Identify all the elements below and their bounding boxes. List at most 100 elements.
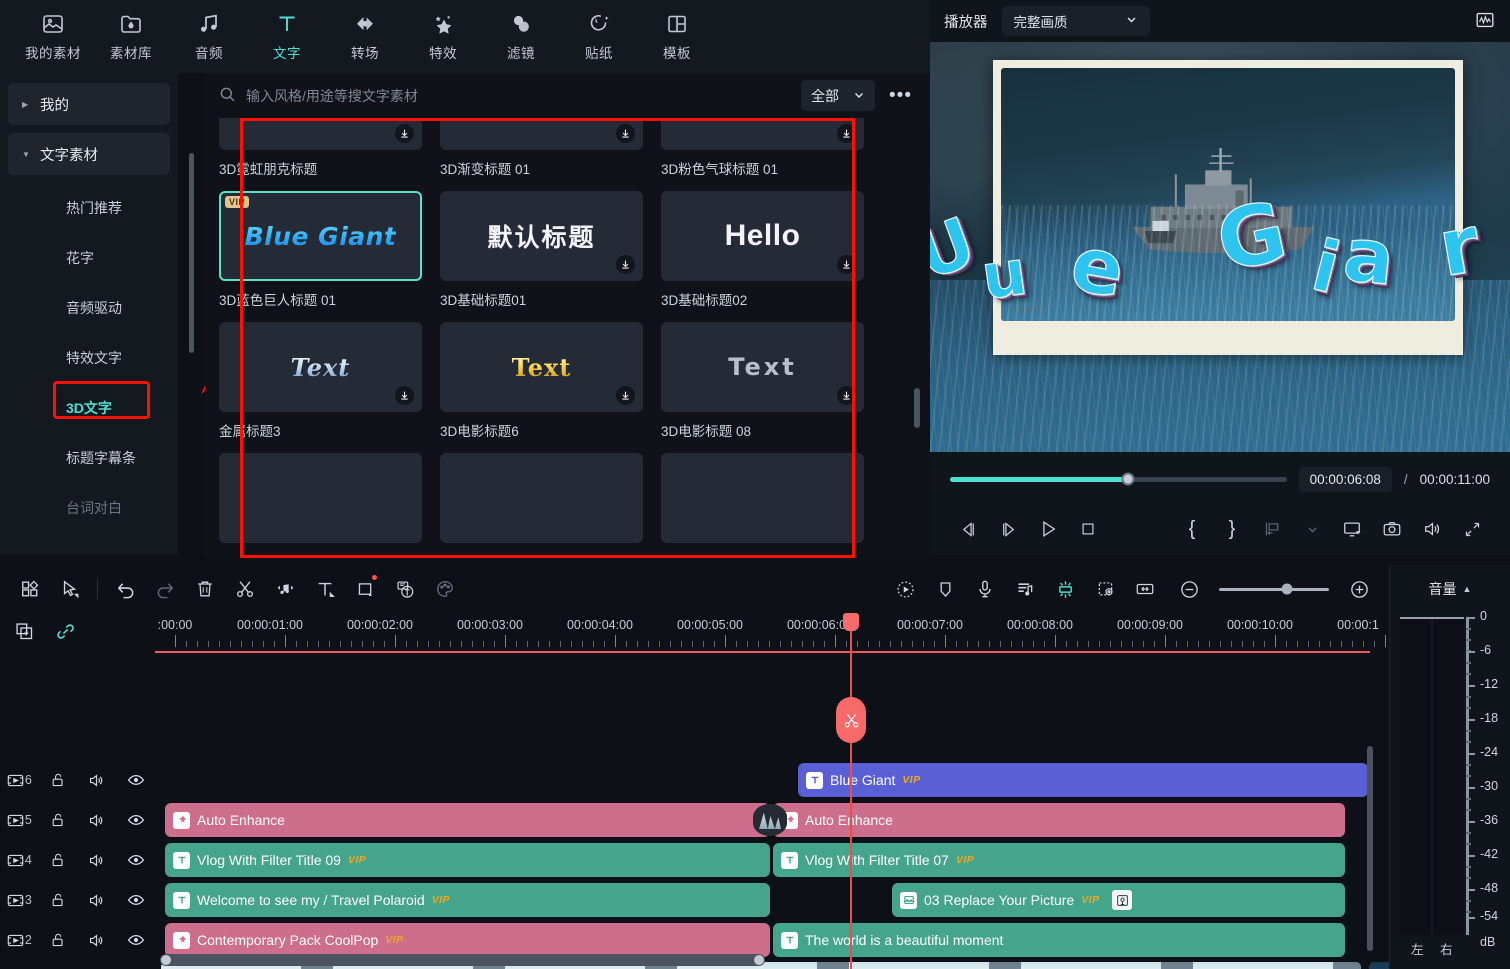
sidebar-group-mine[interactable]: ▶ 我的 bbox=[8, 83, 170, 125]
asset-thumbnail[interactable]: 默认标题 bbox=[440, 191, 643, 281]
mark-out-button[interactable]: } bbox=[1212, 512, 1252, 546]
asset-grid-scrollbar[interactable] bbox=[914, 388, 920, 428]
seek-handle[interactable] bbox=[1122, 473, 1135, 486]
nav-tab-stock-library[interactable]: 素材库 bbox=[92, 4, 170, 70]
download-icon[interactable] bbox=[395, 386, 414, 405]
track-mute-button[interactable] bbox=[78, 892, 117, 909]
timeline-clip[interactable]: Welcome to see my / Travel Polaroid VIP bbox=[165, 883, 770, 917]
timeline-clip[interactable]: Auto Enhance bbox=[165, 803, 770, 837]
select-tool-button[interactable] bbox=[50, 571, 90, 607]
timeline-video-clip[interactable] bbox=[1369, 962, 1389, 969]
audio-waveform-button[interactable] bbox=[1474, 9, 1496, 34]
asset-cell[interactable]: Text 3D电影标题 08 bbox=[661, 322, 864, 453]
stop-button[interactable] bbox=[1068, 512, 1108, 546]
asset-thumbnail[interactable]: Text bbox=[219, 322, 422, 412]
split-at-playhead-button[interactable] bbox=[836, 697, 866, 743]
asset-cell[interactable]: 3D渐变标题 01 bbox=[440, 118, 643, 191]
track-visibility-button[interactable] bbox=[116, 811, 155, 829]
track-visibility-button[interactable] bbox=[116, 891, 155, 909]
timeline-lane[interactable]: Welcome to see my / Travel Polaroid VIP … bbox=[155, 880, 1389, 920]
timeline-lane[interactable]: Blue Giant VIP bbox=[155, 760, 1389, 800]
download-icon[interactable] bbox=[837, 255, 856, 274]
mark-in-button[interactable]: { bbox=[1172, 512, 1212, 546]
zoom-in-button[interactable] bbox=[1339, 571, 1379, 607]
color-palette-button[interactable] bbox=[425, 571, 465, 607]
fit-mode-dropdown[interactable] bbox=[1292, 512, 1332, 546]
download-icon[interactable] bbox=[616, 386, 635, 405]
timeline-lane[interactable]: Auto Enhance Auto Enhance bbox=[155, 800, 1389, 840]
volume-panel-header[interactable]: 音量 ▲ bbox=[1390, 565, 1510, 613]
transition-marker[interactable] bbox=[753, 804, 787, 836]
timeline-clip[interactable]: The world is a beautiful moment bbox=[773, 923, 1345, 957]
split-button[interactable] bbox=[225, 571, 265, 607]
search-field-wrapper[interactable] bbox=[219, 81, 791, 111]
beat-detect-button[interactable] bbox=[1005, 571, 1045, 607]
track-lock-button[interactable] bbox=[39, 932, 78, 948]
asset-thumbnail[interactable]: Hello bbox=[661, 191, 864, 281]
next-frame-button[interactable] bbox=[988, 512, 1028, 546]
download-icon[interactable] bbox=[616, 124, 635, 143]
timeline-lane[interactable]: Vlog With Filter Title 09 VIP Vlog With … bbox=[155, 840, 1389, 880]
undo-button[interactable] bbox=[105, 571, 145, 607]
asset-cell[interactable]: Hello 3D基础标题02 bbox=[661, 191, 864, 322]
mask-button[interactable] bbox=[1085, 571, 1125, 607]
add-text-button[interactable] bbox=[305, 571, 345, 607]
redo-button[interactable] bbox=[145, 571, 185, 607]
nav-tab-my-media[interactable]: 我的素材 bbox=[14, 4, 92, 70]
sidebar-item-title-subtitle-bar[interactable]: 标题字幕条 bbox=[8, 433, 170, 483]
track-lock-button[interactable] bbox=[39, 892, 78, 908]
sidebar-item-3d-text[interactable]: 3D文字 bbox=[8, 383, 170, 433]
timeline-clip[interactable]: Blue Giant VIP bbox=[798, 763, 1368, 797]
sidebar-item-hot[interactable]: 热门推荐 bbox=[8, 183, 170, 233]
asset-thumbnail[interactable]: Text bbox=[661, 322, 864, 412]
sidebar-item-fancy-text[interactable]: 花字 bbox=[8, 233, 170, 283]
nav-tab-template[interactable]: 模板 bbox=[638, 4, 716, 70]
delete-button[interactable] bbox=[185, 571, 225, 607]
track-lock-button[interactable] bbox=[39, 852, 78, 868]
timeline-clip[interactable]: Vlog With Filter Title 07 VIP bbox=[773, 843, 1345, 877]
display-settings-button[interactable] bbox=[1332, 512, 1372, 546]
track-mute-button[interactable] bbox=[78, 852, 117, 869]
snapshot-button[interactable] bbox=[1372, 512, 1412, 546]
track-mute-button[interactable] bbox=[78, 772, 117, 789]
nav-tab-effects[interactable]: 特效 bbox=[404, 4, 482, 70]
timeline-horizontal-scrollbar[interactable] bbox=[160, 954, 765, 966]
asset-thumbnail[interactable]: Text bbox=[440, 322, 643, 412]
zoom-slider-handle[interactable] bbox=[1282, 584, 1293, 595]
asset-cell[interactable]: Text 金属标题3 bbox=[219, 322, 422, 453]
timeline-clip[interactable]: 03 Replace Your Picture VIP bbox=[892, 883, 1345, 917]
current-timecode[interactable]: 00:00:06:08 bbox=[1299, 467, 1392, 492]
sidebar-item-effect-text[interactable]: 特效文字 bbox=[8, 333, 170, 383]
timeline-ruler[interactable]: :00:00 00:00:01:00 00:00:02:00 00:00:03:… bbox=[155, 613, 1389, 653]
zoom-out-button[interactable] bbox=[1169, 571, 1209, 607]
track-mute-button[interactable] bbox=[78, 932, 117, 949]
track-mute-button[interactable] bbox=[78, 812, 117, 829]
timeline-clip[interactable]: Auto Enhance bbox=[773, 803, 1345, 837]
asset-cell[interactable]: VIP Blue Giant 3D蓝色巨人标题 01 bbox=[219, 191, 422, 322]
download-icon[interactable] bbox=[395, 124, 414, 143]
asset-thumbnail[interactable] bbox=[661, 453, 864, 543]
nav-tab-sticker[interactable]: 贴纸 bbox=[560, 4, 638, 70]
asset-cell[interactable]: 默认标题 3D基础标题01 bbox=[440, 191, 643, 322]
speed-button[interactable] bbox=[885, 571, 925, 607]
add-track-icon[interactable] bbox=[14, 621, 35, 645]
download-icon[interactable] bbox=[837, 124, 856, 143]
nav-tab-filter[interactable]: 滤镜 bbox=[482, 4, 560, 70]
scrollbar-left-handle[interactable] bbox=[161, 955, 171, 965]
sidebar-item-dialogue[interactable]: 台词对白 bbox=[8, 483, 170, 533]
layout-button[interactable] bbox=[10, 571, 50, 607]
volume-button[interactable] bbox=[1412, 512, 1452, 546]
audio-detach-button[interactable] bbox=[265, 571, 305, 607]
timeline-clip[interactable]: Contemporary Pack CoolPop VIP bbox=[165, 923, 770, 957]
asset-thumbnail[interactable] bbox=[661, 118, 864, 150]
crop-button[interactable] bbox=[345, 571, 385, 607]
fullscreen-button[interactable] bbox=[1452, 512, 1492, 546]
track-lock-button[interactable] bbox=[39, 812, 78, 828]
nav-tab-transition[interactable]: 转场 bbox=[326, 4, 404, 70]
asset-cell[interactable]: Text 3D电影标题6 bbox=[440, 322, 643, 453]
track-visibility-button[interactable] bbox=[116, 931, 155, 949]
asset-thumbnail[interactable] bbox=[219, 118, 422, 150]
nav-tab-text[interactable]: 文字 bbox=[248, 4, 326, 70]
sidebar-item-audio-driven[interactable]: 音频驱动 bbox=[8, 283, 170, 333]
link-icon[interactable] bbox=[55, 621, 76, 645]
